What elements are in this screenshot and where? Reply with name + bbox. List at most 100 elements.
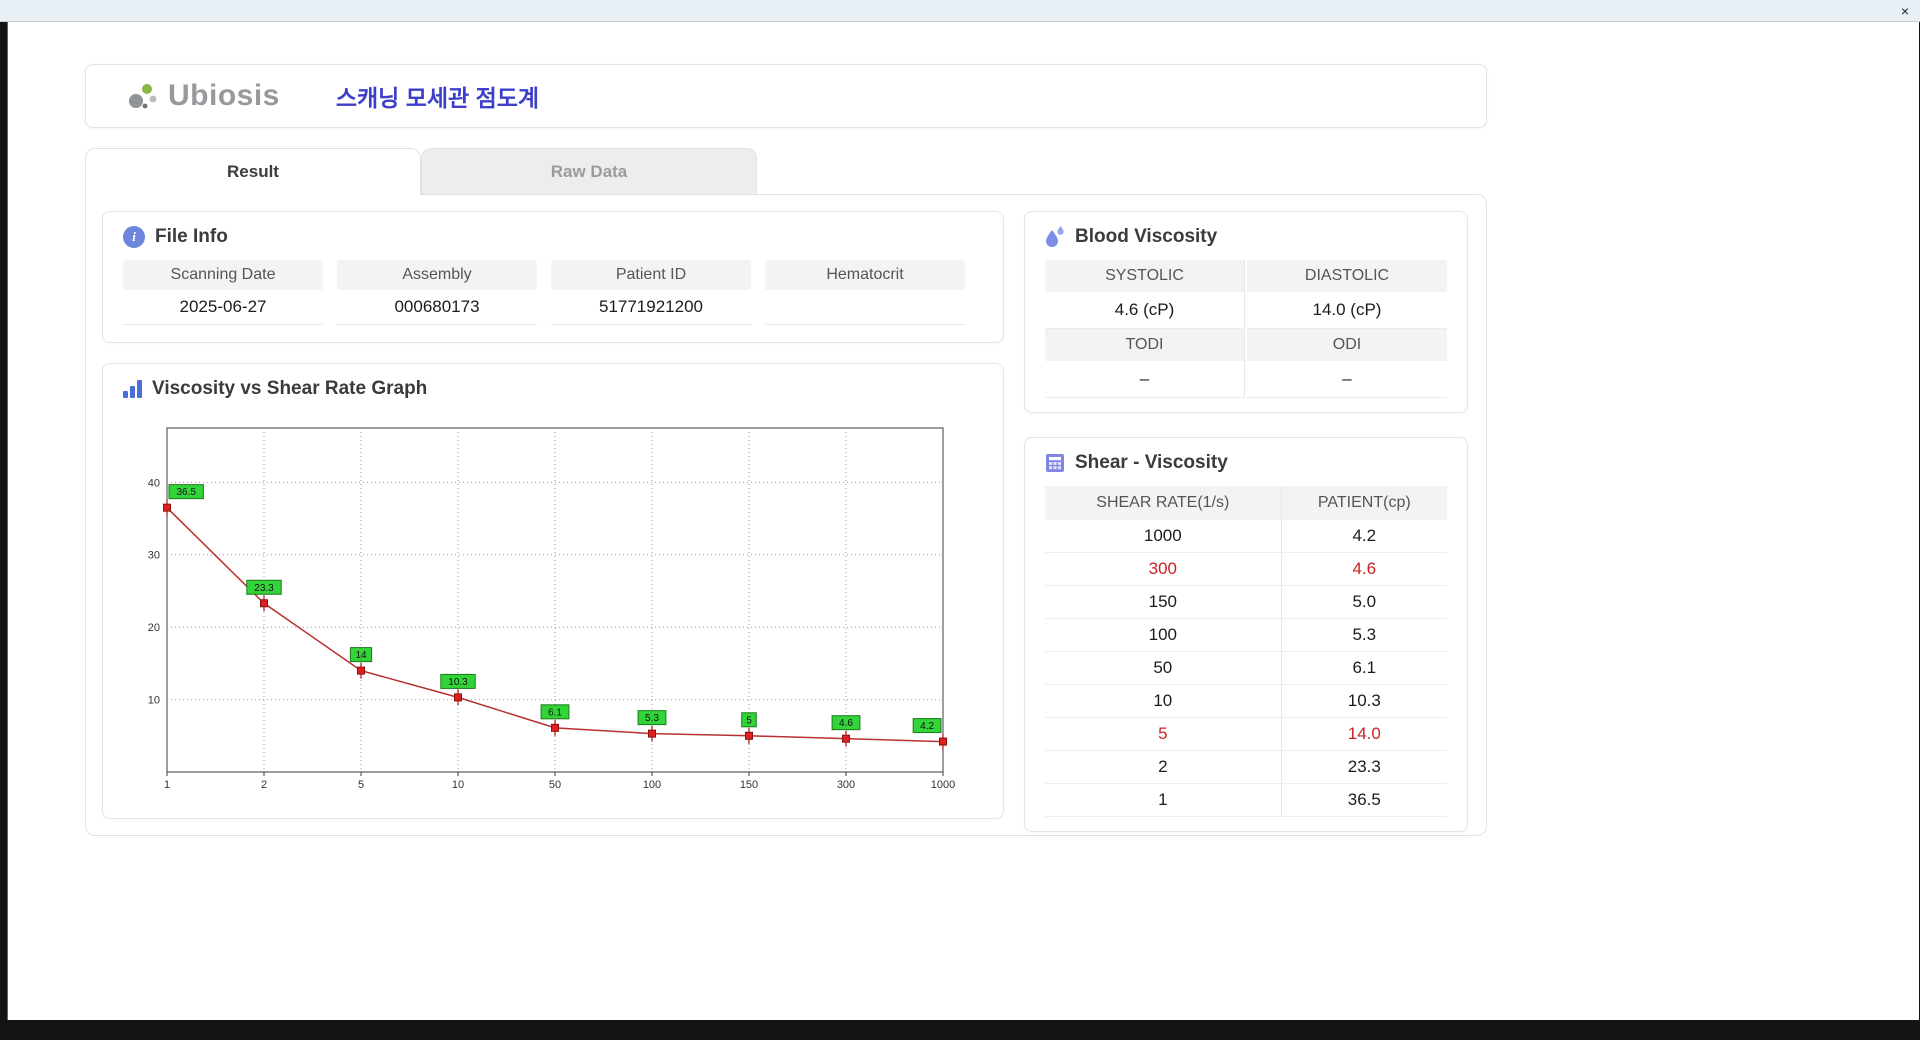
svg-text:5.3: 5.3 [645, 713, 659, 724]
odi-value: – [1247, 361, 1447, 398]
logo: Ubiosis [126, 79, 280, 113]
svg-text:23.3: 23.3 [254, 583, 274, 594]
shear-rate-cell: 150 [1045, 585, 1282, 619]
shear-table-row: 100 5.3 [1045, 618, 1447, 652]
bar-chart-icon [123, 380, 142, 398]
left-column: i File Info Scanning Date 2025-06-27 Assem… [102, 211, 1004, 819]
file-field: Scanning Date 2025-06-27 [123, 260, 323, 325]
shear-rate-cell: 300 [1045, 552, 1282, 586]
systolic-label: SYSTOLIC [1045, 260, 1245, 292]
close-icon: × [1900, 2, 1910, 19]
file-field: Patient ID 51771921200 [551, 260, 751, 325]
svg-text:14: 14 [355, 650, 367, 661]
shear-table-row: 150 5.0 [1045, 585, 1447, 619]
shear-rate-column-header: SHEAR RATE(1/s) [1045, 486, 1282, 520]
tab-raw-data[interactable]: Raw Data [421, 148, 757, 194]
content-panel: i File Info Scanning Date 2025-06-27 Assem… [85, 194, 1487, 836]
shear-rate-cell: 100 [1045, 618, 1282, 652]
shear-rate-cell: 2 [1045, 750, 1282, 784]
graph-title: Viscosity vs Shear Rate Graph [152, 378, 428, 399]
table-icon [1046, 454, 1064, 472]
field-label: Assembly [337, 260, 537, 290]
svg-text:150: 150 [740, 779, 758, 791]
blood-viscosity-card: Blood Viscosity SYSTOLIC DIASTOLIC 4.6 (… [1024, 211, 1468, 413]
patient-column-header: PATIENT(cp) [1281, 486, 1447, 520]
shear-table-row: 300 4.6 [1045, 552, 1447, 586]
droplet-icon [1046, 226, 1064, 247]
patient-cell: 5.3 [1281, 618, 1447, 652]
blood-viscosity-title: Blood Viscosity [1075, 226, 1218, 247]
field-label: Patient ID [551, 260, 751, 290]
shear-viscosity-header: Shear - Viscosity [1045, 452, 1447, 474]
diastolic-value: 14.0 (cP) [1247, 292, 1447, 329]
todi-label: TODI [1045, 329, 1245, 361]
shear-table: SHEAR RATE(1/s) PATIENT(cp) 1000 4.2 300 4.… [1045, 486, 1447, 817]
svg-text:10: 10 [452, 779, 464, 791]
titlebar: × [0, 0, 1920, 22]
svg-text:50: 50 [549, 779, 561, 791]
patient-cell: 4.6 [1281, 552, 1447, 586]
svg-text:1: 1 [164, 779, 170, 791]
svg-text:20: 20 [148, 622, 160, 634]
header-card: Ubiosis 스캐닝 모세관 점도계 [85, 64, 1487, 128]
shear-table-row: 1000 4.2 [1045, 520, 1447, 553]
tab-raw-data-label: Raw Data [550, 161, 628, 181]
shear-rate-cell: 1 [1045, 783, 1282, 817]
todi-value: – [1045, 361, 1245, 398]
field-value: 2025-06-27 [123, 290, 323, 325]
patient-cell: 23.3 [1281, 750, 1447, 784]
field-value: 51771921200 [551, 290, 751, 325]
tab-result-label: Result [227, 162, 279, 181]
patient-cell: 14.0 [1281, 717, 1447, 751]
svg-text:100: 100 [643, 779, 661, 791]
svg-text:36.5: 36.5 [176, 487, 196, 498]
logo-text: Ubiosis [168, 79, 280, 112]
shear-rate-cell: 5 [1045, 717, 1282, 751]
info-icon: i [123, 226, 145, 248]
viscosity-shear-chart: 10 20 30 40 1 2 5 10 50 100 150 300 1000 36.5 23.3 14 10… [148, 427, 955, 791]
shear-viscosity-title: Shear - Viscosity [1075, 452, 1228, 473]
svg-text:1000: 1000 [931, 779, 955, 791]
tab-bar: Result Raw Data [85, 148, 1919, 195]
shear-viscosity-card: Shear - Viscosity SHEAR RATE(1/s) PATIEN… [1024, 437, 1468, 832]
file-info-fields: Scanning Date 2025-06-27 Assembly 000680173… [123, 260, 983, 325]
right-column: Blood Viscosity SYSTOLIC DIASTOLIC 4.6 (… [1024, 211, 1468, 832]
svg-text:300: 300 [837, 779, 855, 791]
patient-cell: 4.2 [1281, 520, 1447, 553]
diastolic-label: DIASTOLIC [1247, 260, 1447, 292]
shear-table-row: 50 6.1 [1045, 651, 1447, 685]
systolic-value: 4.6 (cP) [1045, 292, 1245, 329]
blood-viscosity-header: Blood Viscosity [1045, 226, 1447, 248]
shear-table-row: 10 10.3 [1045, 684, 1447, 718]
field-value [765, 290, 965, 325]
close-button[interactable]: × [1890, 0, 1920, 22]
svg-text:40: 40 [148, 477, 160, 489]
file-info-header: i File Info [123, 226, 983, 248]
file-field: Assembly 000680173 [337, 260, 537, 325]
shear-rate-cell: 1000 [1045, 520, 1282, 553]
shear-table-row: 2 23.3 [1045, 750, 1447, 784]
shear-rate-cell: 50 [1045, 651, 1282, 685]
svg-text:5: 5 [746, 715, 752, 726]
svg-text:10.3: 10.3 [448, 677, 468, 688]
logo-icon [129, 84, 157, 109]
shear-table-row: 5 14.0 [1045, 717, 1447, 751]
blood-viscosity-grid: SYSTOLIC DIASTOLIC 4.6 (cP) 14.0 (cP) TO… [1045, 260, 1447, 398]
patient-cell: 10.3 [1281, 684, 1447, 718]
app-window: Ubiosis 스캐닝 모세관 점도계 Result Raw Data i Fi… [7, 22, 1919, 1020]
field-value: 000680173 [337, 290, 537, 325]
file-field: Hematocrit [765, 260, 965, 325]
svg-text:5: 5 [358, 779, 364, 791]
svg-text:2: 2 [261, 779, 267, 791]
file-info-title: File Info [155, 226, 228, 247]
shear-rate-cell: 10 [1045, 684, 1282, 718]
shear-table-row: 1 36.5 [1045, 783, 1447, 817]
file-info-card: i File Info Scanning Date 2025-06-27 Assem… [102, 211, 1004, 343]
graph-header: Viscosity vs Shear Rate Graph [123, 378, 983, 400]
app-title: 스캐닝 모세관 점도계 [335, 85, 540, 111]
tab-result[interactable]: Result [85, 148, 421, 195]
svg-text:4.2: 4.2 [920, 721, 934, 732]
svg-text:4.6: 4.6 [839, 718, 853, 729]
field-label: Hematocrit [765, 260, 965, 290]
odi-label: ODI [1247, 329, 1447, 361]
